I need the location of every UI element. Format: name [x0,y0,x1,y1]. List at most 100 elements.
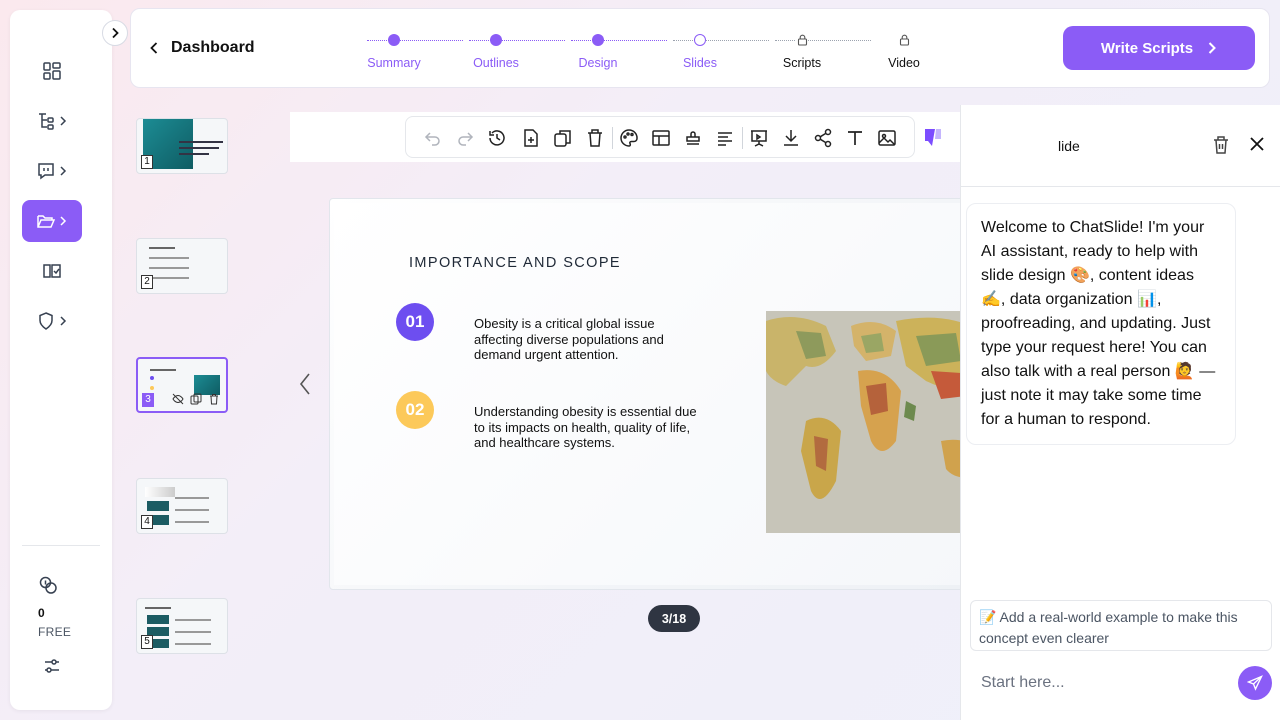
send-icon [1247,675,1263,691]
theme-button[interactable] [619,128,639,148]
step-outlines[interactable]: Outlines [456,29,536,70]
chat-header: lide [961,105,1280,187]
image-icon [878,130,896,146]
slide-thumbnail-1[interactable]: 1 [136,118,228,174]
sidebar-item-dashboard[interactable] [22,50,82,92]
slide-thumbnail-4[interactable]: 4 [136,478,228,534]
world-map-image[interactable] [766,311,978,533]
slide-point-2[interactable]: Understanding obesity is essential due t… [474,404,699,451]
presentation-icon [751,130,767,147]
step-dot [490,34,502,46]
thumbnail-line [179,141,223,143]
credits-block[interactable]: 0 FREE [10,575,112,639]
thumbnail-line [145,607,171,609]
step-label: Design [578,56,618,70]
image-button[interactable] [877,128,897,148]
step-design[interactable]: Design [558,29,638,70]
stamp-button[interactable] [683,128,703,148]
add-page-button[interactable] [521,128,541,148]
thumbnail-line [175,509,209,511]
step-label: Slides [682,56,718,70]
point-badge-1: 01 [396,303,434,341]
step-label: Outlines [473,56,519,70]
step-scripts[interactable]: Scripts [762,29,842,70]
slide-point-1[interactable]: Obesity is a critical global issue affec… [474,316,699,363]
sidebar-item-library[interactable] [22,250,82,292]
undo-button[interactable] [423,128,443,148]
text-icon [848,131,862,145]
write-scripts-button[interactable]: Write Scripts [1063,26,1255,70]
thumbnail-line [175,619,211,621]
slide-thumbnail-3[interactable]: 3 [136,357,228,413]
history-button[interactable] [487,128,507,148]
back-label: Dashboard [171,39,255,56]
step-label: Summary [367,56,421,70]
redo-button[interactable] [455,128,475,148]
thumbnail-line [149,267,189,269]
back-to-dashboard-link[interactable]: Dashboard [149,39,255,57]
chevron-right-icon [112,27,119,39]
suggestion-chip[interactable]: 📝 Add a real-world example to make this … [970,600,1272,651]
chevron-right-icon [1208,42,1217,54]
previous-slide-button[interactable] [298,372,312,401]
slide-thumbnail-5[interactable]: 5 [136,598,228,654]
sidebar-item-projects[interactable] [22,200,82,242]
layout-button[interactable] [651,128,671,148]
duplicate-icon[interactable] [190,393,202,405]
step-summary[interactable]: Summary [354,29,434,70]
close-chat-button[interactable] [1249,136,1265,157]
plan-label: FREE [38,625,72,639]
step-slides[interactable]: Slides [660,29,740,70]
thumbnail-image [147,501,169,511]
progress-stepper: Summary Outlines Design Slides Scripts V… [361,29,931,79]
write-scripts-label: Write Scripts [1100,39,1194,57]
text-button[interactable] [845,128,865,148]
trash-icon[interactable] [208,393,220,405]
thumbnail-line [175,631,211,633]
sidebar-toggle-button[interactable] [102,20,128,46]
step-dot [592,34,604,46]
slide-background: IMPORTANCE AND SCOPE 01 Obesity is a cri… [334,203,978,585]
send-button[interactable] [1238,666,1272,700]
chat-title: lide [1058,138,1080,154]
align-button[interactable] [715,128,735,148]
chevron-right-icon [60,316,67,326]
trash-icon [588,129,602,147]
sidebar-item-outline[interactable] [22,100,82,142]
chevron-left-icon [299,373,310,395]
thumbnail-line [179,153,209,155]
top-bar: Dashboard Summary Outlines Design Slides… [130,8,1270,88]
thumbnail-image [145,487,175,497]
close-icon [1250,137,1264,151]
chatslide-logo-icon[interactable] [922,126,944,148]
step-video[interactable]: Video [864,29,944,70]
delete-button[interactable] [585,128,605,148]
thumbnail-number: 3 [142,393,154,407]
left-sidebar: 0 FREE [10,10,112,710]
download-button[interactable] [781,128,801,148]
duplicate-button[interactable] [553,128,573,148]
folder-open-icon [37,215,56,228]
book-check-icon [43,264,61,278]
slide-title[interactable]: IMPORTANCE AND SCOPE [409,255,621,271]
present-button[interactable] [749,128,769,148]
share-button[interactable] [813,128,833,148]
badge-number: 02 [405,400,425,419]
lock-icon [898,34,910,46]
hide-icon[interactable] [172,393,184,405]
sidebar-item-security[interactable] [22,300,82,342]
settings-button[interactable] [42,656,62,681]
layout-icon [652,130,670,146]
slide-canvas[interactable]: IMPORTANCE AND SCOPE 01 Obesity is a cri… [329,198,979,590]
thumbnail-line [149,257,189,259]
toolbar-separator [612,127,613,149]
chat-input[interactable] [981,671,1231,695]
toolbar-separator [742,127,743,149]
point-badge-2: 02 [396,391,434,429]
palette-icon [620,129,638,147]
clear-chat-button[interactable] [1212,135,1230,160]
slide-thumbnail-2[interactable]: 2 [136,238,228,294]
copy-icon [554,130,571,147]
step-label: Scripts [782,56,822,70]
sidebar-item-presentation[interactable] [22,150,82,192]
